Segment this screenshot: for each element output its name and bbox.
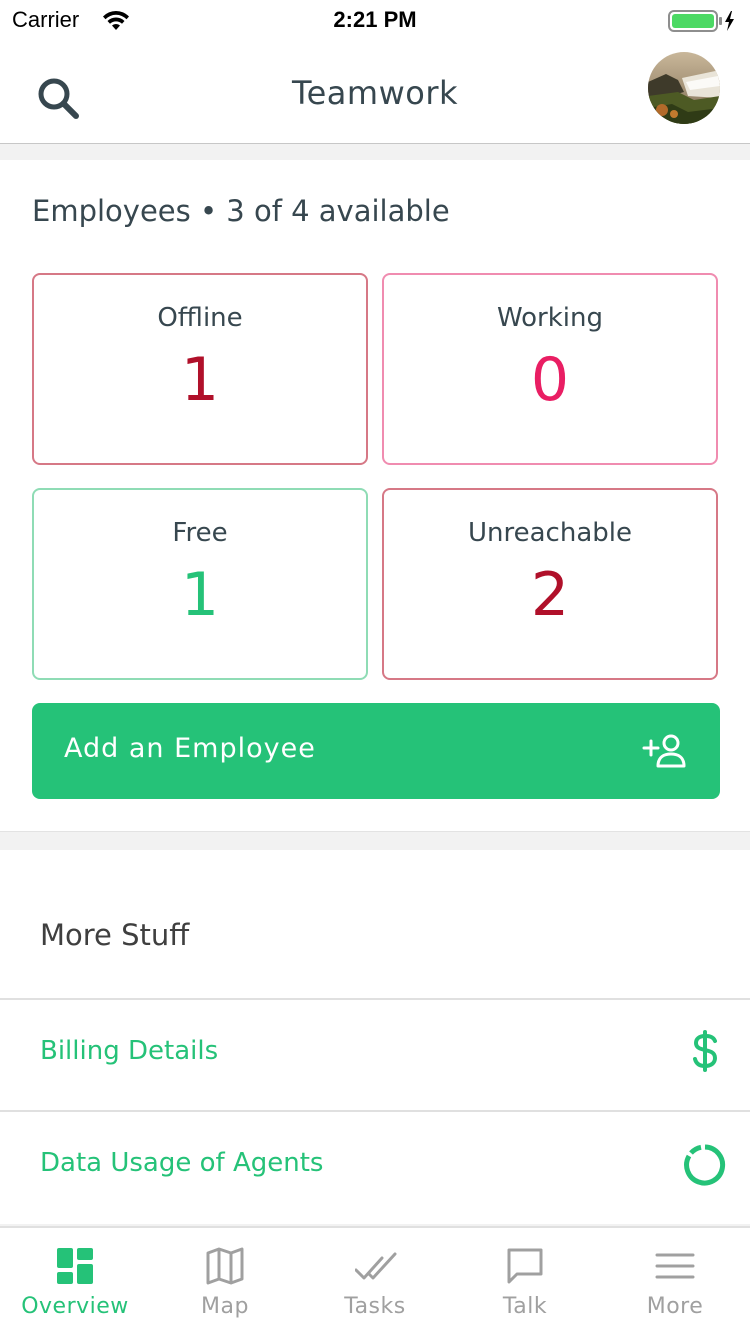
billing-details-label: Billing Details [40, 1036, 219, 1066]
stat-value: 0 [530, 345, 570, 415]
dollar-icon [690, 1030, 720, 1076]
tab-label: Map [201, 1294, 249, 1319]
page-title: Teamwork [291, 74, 458, 112]
tab-label: Tasks [344, 1294, 406, 1319]
chat-bubble-icon [505, 1246, 545, 1286]
tab-label: Overview [21, 1294, 129, 1319]
stat-value: 1 [180, 560, 220, 630]
tab-talk[interactable]: Talk [450, 1228, 600, 1334]
donut-chart-icon [684, 1144, 726, 1190]
stat-free[interactable]: Free 1 [32, 488, 368, 680]
double-check-icon [354, 1246, 397, 1286]
stat-unreachable[interactable]: Unreachable 2 [382, 488, 718, 680]
tab-label: More [646, 1294, 704, 1319]
tab-overview[interactable]: Overview [0, 1228, 150, 1334]
more-stuff-heading: More Stuff [40, 918, 190, 952]
tab-more[interactable]: More [600, 1228, 750, 1334]
tab-map[interactable]: Map [150, 1228, 300, 1334]
data-usage-label: Data Usage of Agents [40, 1148, 324, 1178]
tab-label: Talk [502, 1294, 548, 1319]
app-header: Teamwork [0, 40, 750, 144]
stat-value: 1 [180, 345, 220, 415]
map-icon [205, 1246, 245, 1286]
add-person-icon [642, 733, 688, 773]
tab-tasks[interactable]: Tasks [300, 1228, 450, 1334]
stat-offline[interactable]: Offline 1 [32, 273, 368, 465]
stat-label: Offline [157, 303, 243, 333]
more-stuff-card: More Stuff Billing Details Data Usage of… [0, 850, 750, 1224]
dashboard-icon [55, 1246, 95, 1286]
add-employee-button[interactable]: Add an Employee [32, 703, 720, 799]
clock: 2:21 PM [333, 7, 417, 32]
stat-label: Working [496, 303, 604, 333]
billing-details-row[interactable]: Billing Details [0, 998, 750, 1110]
menu-icon [655, 1246, 695, 1286]
tab-bar: Overview Map Tasks Talk More [0, 1226, 750, 1334]
stat-label: Free [172, 518, 228, 548]
employees-heading: Employees • 3 of 4 available [32, 194, 450, 228]
battery-icon [668, 9, 738, 37]
avatar[interactable] [648, 52, 720, 124]
stat-label: Unreachable [468, 518, 632, 548]
stat-value: 2 [530, 560, 570, 630]
data-usage-row[interactable]: Data Usage of Agents [0, 1110, 750, 1222]
employees-card: Employees • 3 of 4 available Offline 1 W… [0, 160, 750, 832]
status-bar: Carrier 2:21 PM [0, 0, 750, 40]
stat-working[interactable]: Working 0 [382, 273, 718, 465]
add-employee-label: Add an Employee [64, 733, 316, 764]
